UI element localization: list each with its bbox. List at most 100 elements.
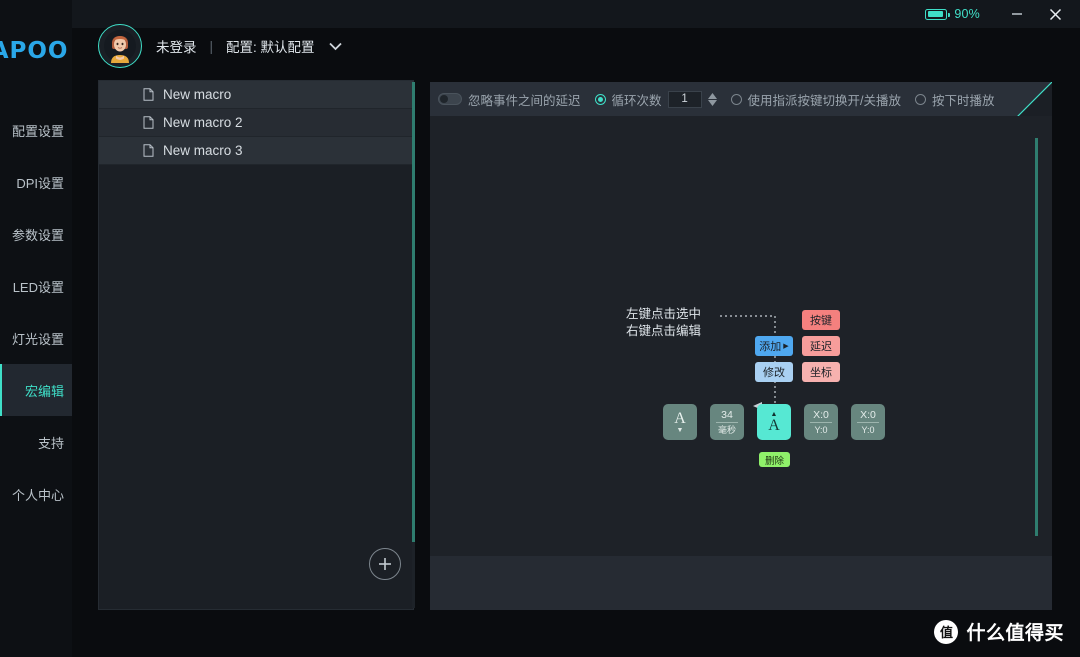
- profile-header: 未登录 | 配置: 默认配置: [98, 24, 343, 68]
- macro-name: New macro: [163, 87, 232, 102]
- avatar[interactable]: [98, 24, 142, 68]
- node-main-label: X:0: [813, 408, 829, 421]
- sidebar-item-label: 个人中心: [11, 487, 64, 503]
- loop-count-stepper[interactable]: [707, 92, 717, 106]
- profile-dropdown-button[interactable]: [328, 41, 343, 51]
- sidebar: RAPOO 配置设置 DPI设置 参数设置 LED设置 灯光设置 宏编辑 支持: [0, 0, 72, 657]
- caret-down-icon: [707, 99, 717, 106]
- document-icon: [143, 88, 154, 101]
- node-main-label: A: [674, 409, 686, 427]
- loop-count-input[interactable]: 1: [667, 90, 702, 108]
- list-item[interactable]: New macro 2: [99, 109, 413, 137]
- context-delay-label: 延迟: [810, 341, 832, 353]
- macro-name: New macro 2: [163, 115, 243, 130]
- list-item[interactable]: New macro 3: [99, 137, 413, 165]
- sidebar-item-support[interactable]: 支持: [0, 416, 72, 468]
- context-add-button[interactable]: 添加 ▶: [755, 336, 793, 356]
- sidebar-item-profile-settings[interactable]: 配置设置: [0, 104, 72, 156]
- press-play-option[interactable]: 按下时播放: [915, 90, 995, 109]
- sidebar-item-parameter-settings[interactable]: 参数设置: [0, 208, 72, 260]
- loop-count-label: 循环次数: [611, 93, 662, 108]
- node-sub-label: Y:0: [814, 424, 828, 435]
- caret-up-icon: [707, 92, 717, 99]
- close-button[interactable]: [1036, 0, 1074, 28]
- macro-editor-panel: 忽略事件之间的延迟 循环次数 1 使用指派按键切换开/关播放 按下时播放 左键点…: [430, 82, 1052, 610]
- macro-node-key-down[interactable]: ▲ A: [757, 404, 791, 440]
- plus-icon: [379, 558, 391, 570]
- loop-count-radio[interactable]: [594, 93, 606, 105]
- loop-count-option[interactable]: 循环次数 1: [594, 90, 717, 109]
- login-status-label: 未登录: [156, 40, 197, 55]
- sidebar-item-label: 配置设置: [11, 123, 64, 139]
- canvas-scrollbar-thumb[interactable]: [1035, 138, 1038, 536]
- logo-text: APOO: [0, 38, 69, 64]
- user-avatar-icon: [104, 30, 136, 63]
- canvas-hint: 左键点击选中 右键点击编辑: [626, 306, 701, 340]
- macro-node-coord[interactable]: X:0 Y:0: [804, 404, 838, 440]
- watermark-text: 什么值得买: [966, 623, 1064, 644]
- chevron-down-icon: [328, 42, 342, 51]
- context-modify-label: 修改: [763, 367, 785, 379]
- context-coord-label: 坐标: [810, 367, 832, 379]
- sidebar-item-label: 参数设置: [11, 227, 64, 243]
- list-item[interactable]: New macro: [99, 81, 413, 109]
- hint-line-1: 左键点击选中: [626, 307, 702, 321]
- rapoo-logo: RAPOO: [0, 38, 72, 64]
- macro-name: New macro 3: [163, 143, 243, 158]
- ignore-delay-toggle[interactable]: [438, 93, 462, 105]
- delete-label: 删除: [764, 455, 784, 467]
- toggle-play-label: 使用指派按键切换开/关播放: [747, 93, 902, 108]
- node-sub-label: ▼: [676, 426, 684, 434]
- node-main-label: X:0: [860, 408, 876, 421]
- ignore-delay-option[interactable]: 忽略事件之间的延迟: [438, 90, 581, 109]
- document-icon: [143, 116, 154, 129]
- macro-list-panel: New macro New macro 2 New macro 3: [98, 80, 414, 610]
- sidebar-item-label: 宏编辑: [24, 383, 64, 399]
- press-play-label: 按下时播放: [932, 93, 995, 108]
- ignore-delay-label: 忽略事件之间的延迟: [468, 93, 581, 108]
- context-modify-button[interactable]: 修改: [755, 362, 793, 382]
- node-main-label: 34: [721, 408, 733, 421]
- toggle-play-radio[interactable]: [730, 93, 742, 105]
- delete-node-button[interactable]: 删除: [759, 452, 790, 467]
- press-play-radio[interactable]: [915, 93, 927, 105]
- macro-canvas[interactable]: 左键点击选中 右键点击编辑 添加 ▶ 修改 按键 延迟 坐标 A ▼ 34 毫秒…: [430, 116, 1052, 556]
- macro-node-key-up[interactable]: A ▼: [663, 404, 697, 440]
- minimize-button[interactable]: [998, 0, 1036, 28]
- sidebar-item-light-settings[interactable]: 灯光设置: [0, 312, 72, 364]
- battery-percent-label: 90%: [954, 7, 980, 21]
- watermark: 值 什么值得买: [934, 618, 1064, 645]
- profile-name-label: 配置: 默认配置: [226, 40, 315, 55]
- document-icon: [143, 144, 154, 157]
- toggle-play-option[interactable]: 使用指派按键切换开/关播放: [730, 90, 902, 109]
- context-key-label: 按键: [810, 315, 832, 327]
- sidebar-item-dpi-settings[interactable]: DPI设置: [0, 156, 72, 208]
- sidebar-item-macro-edit[interactable]: 宏编辑: [0, 364, 72, 416]
- macro-node-coord[interactable]: X:0 Y:0: [851, 404, 885, 440]
- context-delay-button[interactable]: 延迟: [802, 336, 840, 356]
- profile-text: 未登录 | 配置: 默认配置: [156, 36, 343, 56]
- battery-icon: [925, 8, 951, 20]
- node-sub-label: Y:0: [861, 424, 875, 435]
- macro-list-scrollbar-thumb[interactable]: [412, 82, 415, 542]
- battery-status: 90%: [925, 7, 980, 21]
- macro-node-delay[interactable]: 34 毫秒: [710, 404, 744, 440]
- node-sub-label: 毫秒: [717, 424, 736, 435]
- sidebar-item-account[interactable]: 个人中心: [0, 468, 72, 520]
- hint-line-2: 右键点击编辑: [626, 324, 702, 338]
- toolbar-corner-cut: [1018, 82, 1052, 116]
- context-key-button[interactable]: 按键: [802, 310, 840, 330]
- node-main-label: A: [768, 416, 780, 434]
- sidebar-item-label: 灯光设置: [11, 331, 64, 347]
- sidebar-item-led-settings[interactable]: LED设置: [0, 260, 72, 312]
- context-add-label: 添加: [759, 341, 782, 353]
- macro-toolbar: 忽略事件之间的延迟 循环次数 1 使用指派按键切换开/关播放 按下时播放: [430, 82, 1052, 116]
- sidebar-item-label: LED设置: [12, 279, 64, 295]
- app-window: RAPOO 配置设置 DPI设置 参数设置 LED设置 灯光设置 宏编辑 支持: [0, 0, 1080, 657]
- minimize-icon: [1012, 13, 1022, 15]
- add-macro-button[interactable]: [369, 548, 401, 580]
- context-coord-button[interactable]: 坐标: [802, 362, 840, 382]
- titlebar-left-fill: [0, 0, 72, 28]
- close-icon: [1049, 8, 1061, 20]
- caret-right-icon: ▶: [783, 343, 789, 350]
